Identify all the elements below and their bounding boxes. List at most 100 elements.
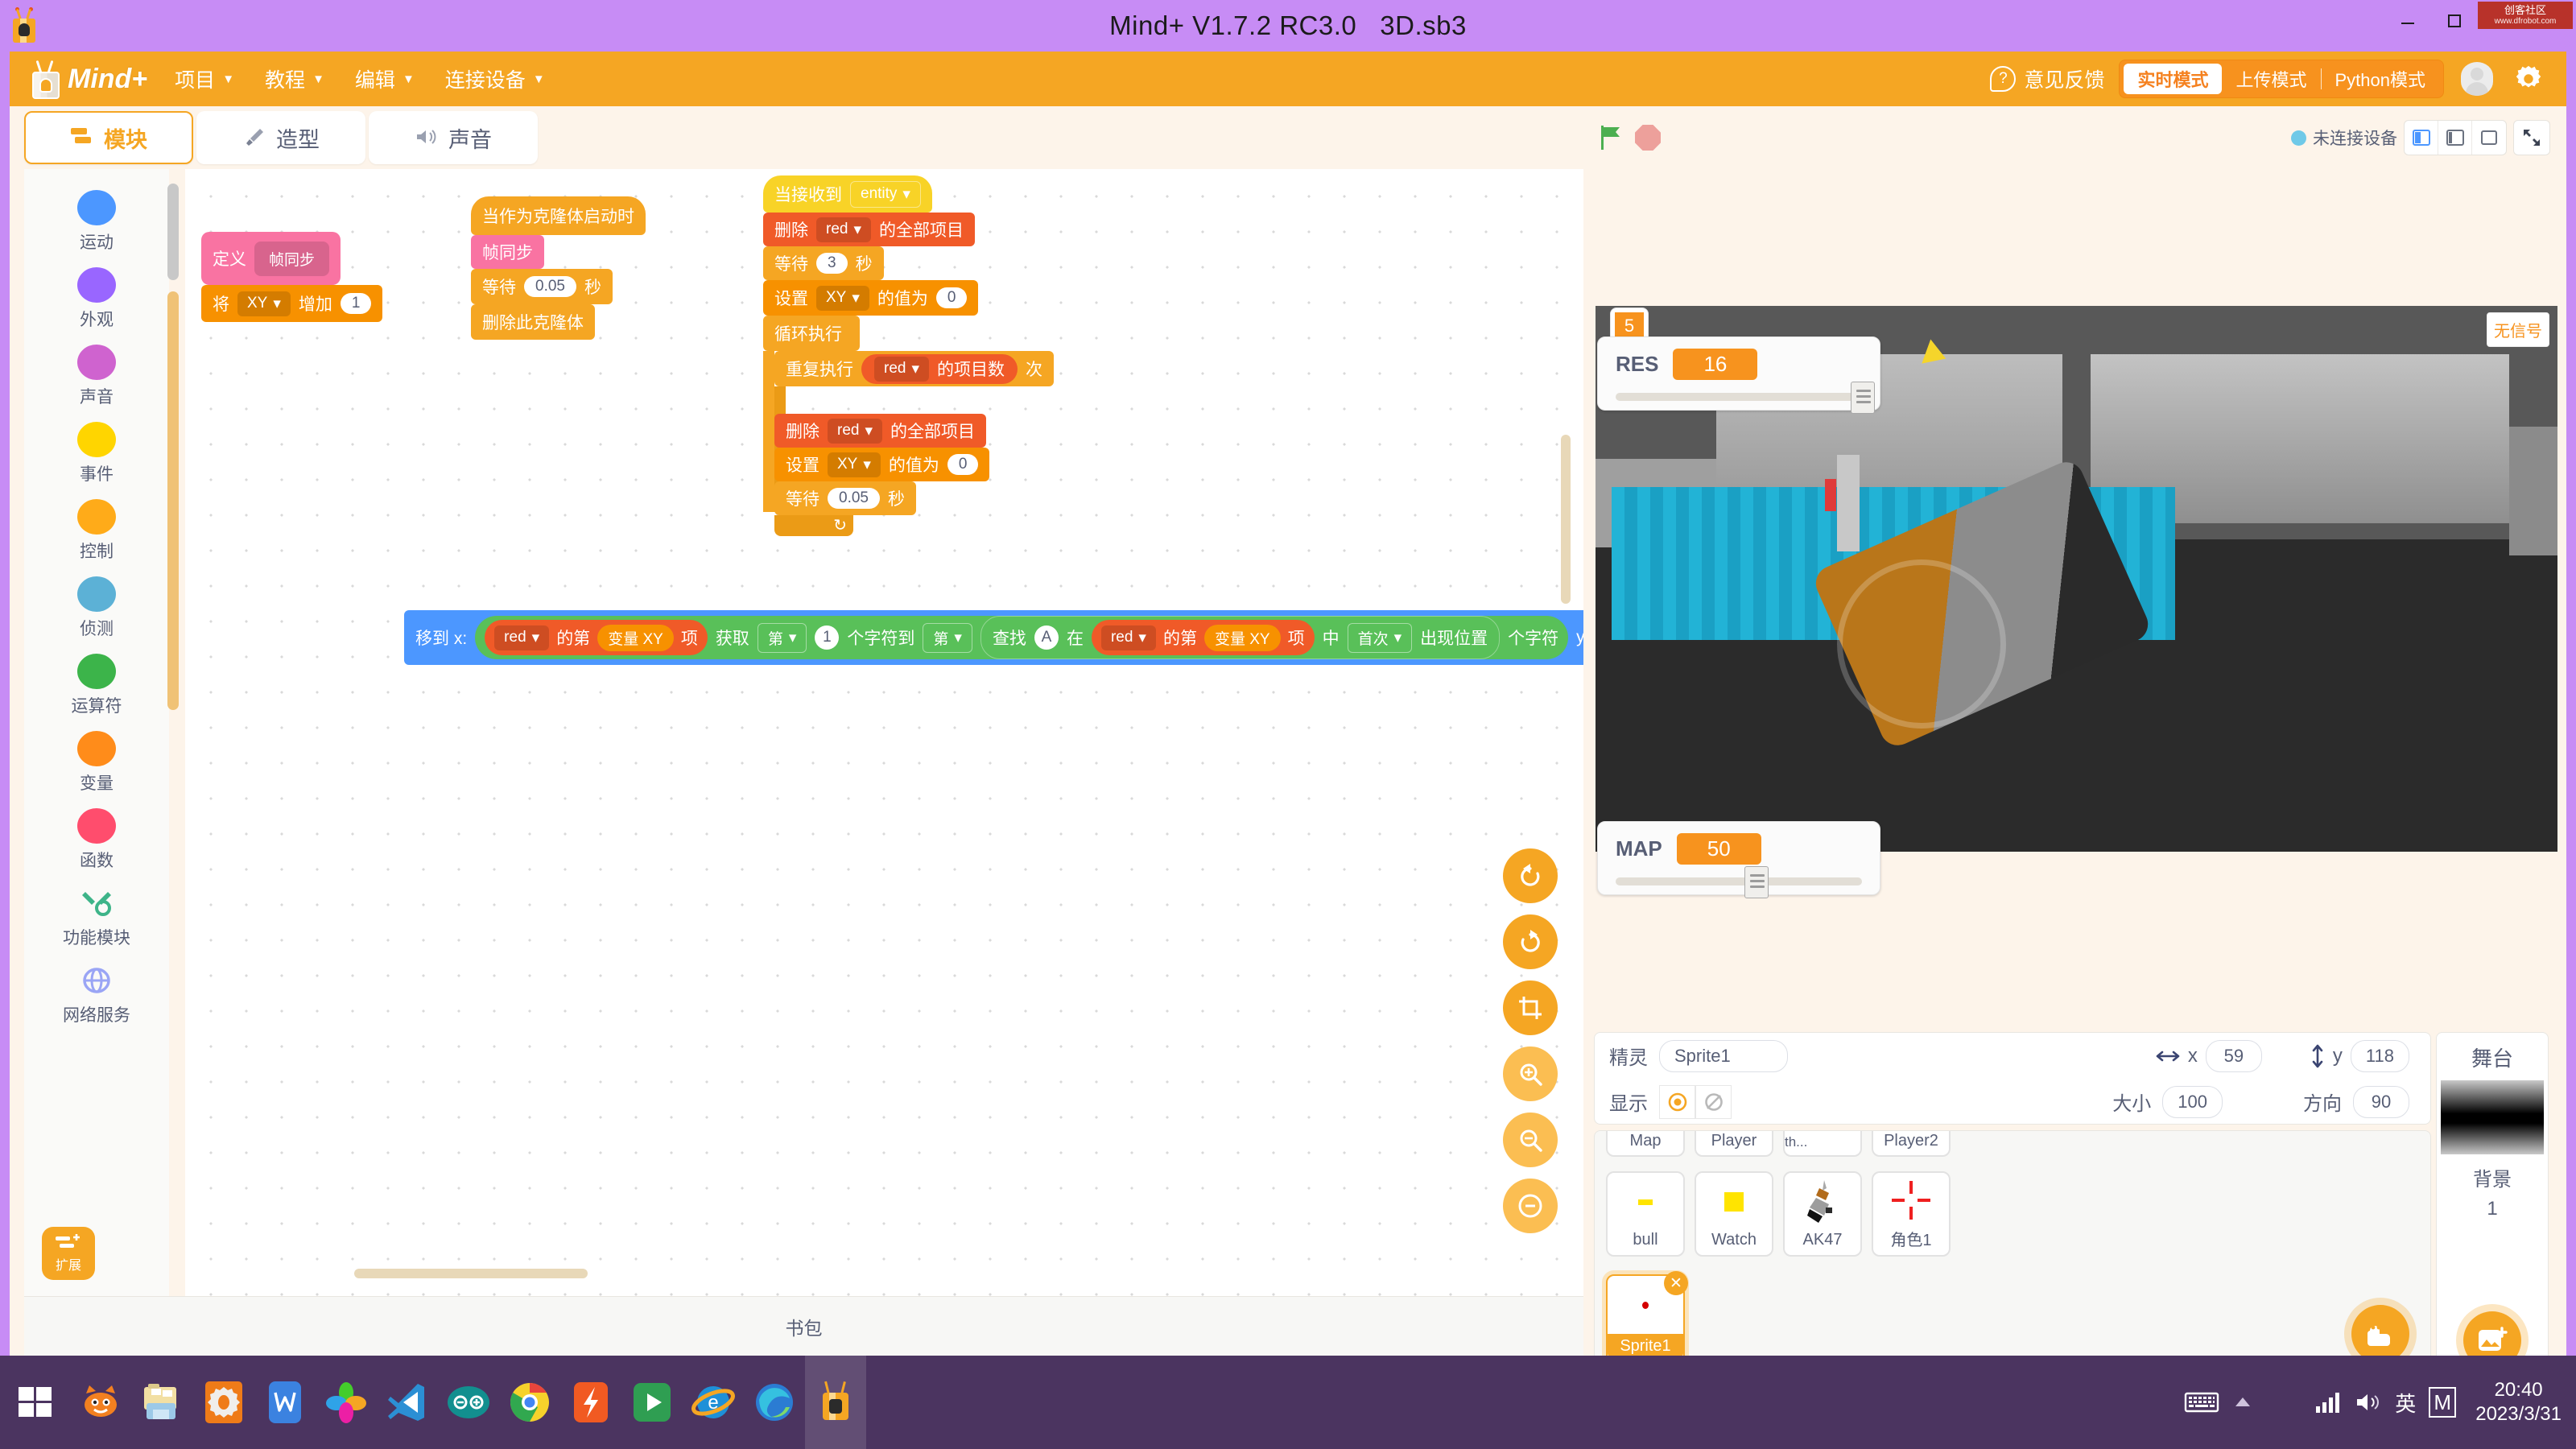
monitor-map-slider-knob[interactable] — [1744, 866, 1769, 898]
stage-only-icon[interactable] — [2472, 121, 2506, 155]
list-dropdown-b[interactable]: red ▾ — [1100, 625, 1156, 650]
change-value-input[interactable]: 1 — [340, 293, 372, 314]
taskbar-chrome[interactable] — [499, 1356, 560, 1449]
letter-of-reporter-1[interactable]: red▾ 的第 变量 XY 项 获取 第▾ 1 个字符到 第▾ 查找 A — [475, 616, 1569, 659]
sprite-name-input[interactable]: Sprite1 — [1659, 1039, 1788, 1072]
code-canvas[interactable]: 当作为克隆体启动时 帧同步 等待 0.05 秒 删除此克隆体 定义 帧同步 将 … — [185, 169, 1583, 1296]
start-button[interactable] — [0, 1356, 71, 1449]
sprite-thumb-wheres-th[interactable]: Where's th... — [1783, 1131, 1862, 1157]
ime-mode-indicator[interactable]: M — [2429, 1387, 2457, 1418]
feedback-button[interactable]: ? 意见反馈 — [1990, 64, 2104, 93]
find-char-input-a[interactable]: A — [1034, 625, 1059, 650]
palette-scrollbar-thumb[interactable] — [167, 184, 179, 280]
taskbar-mindplus[interactable] — [805, 1356, 866, 1449]
taskbar-flash[interactable] — [560, 1356, 621, 1449]
sprite-thumb-sprite1[interactable]: ✕ Sprite1 — [1606, 1271, 1688, 1364]
sprite-thumb-map[interactable]: Map — [1606, 1131, 1685, 1157]
taskbar-orange-gear-app[interactable] — [193, 1356, 254, 1449]
index-input-a[interactable]: 1 — [815, 625, 840, 650]
taskbar-edge[interactable] — [744, 1356, 805, 1449]
tab-sounds[interactable]: 声音 — [369, 111, 538, 164]
set-value-input-2[interactable]: 0 — [947, 454, 979, 475]
eye-hidden-icon[interactable] — [1695, 1084, 1732, 1119]
sprite-size-input[interactable]: 100 — [2162, 1085, 2223, 1118]
block-wait-005[interactable]: 等待 0.05 秒 — [471, 269, 613, 304]
block-forever[interactable]: 循环执行 — [763, 316, 860, 351]
menu-item-edit[interactable]: 编辑 ▼ — [352, 60, 418, 98]
mode-realtime-button[interactable]: 实时模式 — [2124, 64, 2223, 94]
category-variables[interactable]: 变量 — [24, 731, 169, 795]
show-hidden-icons-icon[interactable] — [2232, 1395, 2253, 1410]
change-variable-dropdown[interactable]: XY ▾ — [237, 291, 291, 316]
category-function-modules[interactable]: 功能模块 — [24, 886, 169, 949]
monitor-res-slider[interactable] — [1616, 382, 1875, 414]
canvas-vertical-scrollbar[interactable] — [1561, 435, 1571, 604]
item-of-list-reporter-2[interactable]: red ▾ 的第 变量 XY 项 — [1091, 620, 1315, 655]
redo-button[interactable] — [1503, 914, 1558, 969]
palette-scrollbar-track-highlight[interactable] — [167, 291, 179, 710]
set-variable-dropdown[interactable]: XY ▾ — [816, 285, 869, 311]
large-stage-layout-icon[interactable] — [2438, 121, 2472, 155]
monitor-map-slider[interactable] — [1616, 866, 1862, 898]
category-motion[interactable]: 运动 — [24, 190, 169, 254]
taskbar-vscode[interactable] — [377, 1356, 438, 1449]
tab-blocks[interactable]: 模块 — [24, 111, 193, 164]
taskbar-clock[interactable]: 20:40 2023/3/31 — [2469, 1378, 2562, 1426]
set-value-input[interactable]: 0 — [935, 287, 968, 308]
sprite-x-input[interactable]: 59 — [2205, 1039, 2262, 1072]
taskbar-file-explorer[interactable] — [132, 1356, 193, 1449]
category-sensing[interactable]: 侦测 — [24, 576, 169, 640]
taskbar-internet-explorer[interactable]: e — [683, 1356, 744, 1449]
taskbar-colorful-flower-app[interactable] — [316, 1356, 377, 1449]
menu-item-tutorial[interactable]: 教程 ▼ — [262, 60, 328, 98]
menu-item-project[interactable]: 项目 ▼ — [171, 60, 237, 98]
tab-costumes[interactable]: 造型 — [196, 111, 365, 164]
clean-up-button[interactable] — [1503, 980, 1558, 1035]
sprite-thumb-role1[interactable]: 角色1 — [1872, 1171, 1951, 1257]
block-when-receive-entity[interactable]: 当接收到 entity ▾ — [763, 175, 932, 213]
monitor-map[interactable]: MAP 50 — [1597, 821, 1880, 898]
volume-icon[interactable] — [2355, 1391, 2382, 1414]
settings-button[interactable] — [2510, 60, 2547, 97]
category-operators[interactable]: 运算符 — [24, 654, 169, 717]
green-flag-icon[interactable] — [1600, 124, 1624, 151]
sprite-y-input[interactable]: 118 — [2350, 1039, 2409, 1072]
taskbar-wps-writer[interactable] — [254, 1356, 316, 1449]
small-stage-layout-icon[interactable] — [2405, 121, 2438, 155]
find-occurrence-reporter-a[interactable]: 查找 A 在 red ▾ 的第 变量 XY 项 中 首次 ▾ 出现位置 — [980, 616, 1501, 659]
list-dropdown-red-2[interactable]: red ▾ — [874, 356, 930, 382]
canvas-horizontal-scrollbar[interactable] — [354, 1269, 588, 1278]
zoom-out-button[interactable] — [1503, 1113, 1558, 1167]
zoom-reset-button[interactable] — [1503, 1179, 1558, 1233]
block-define-framesync[interactable]: 定义 帧同步 — [201, 232, 341, 285]
category-events[interactable]: 事件 — [24, 422, 169, 485]
wait-value-input-2[interactable]: 3 — [816, 253, 848, 274]
block-set-variable-xy-2[interactable]: 设置 XY ▾ 的值为 0 — [774, 448, 990, 481]
ordinal-dropdown-a2[interactable]: 第 ▾ — [923, 622, 972, 653]
wait-value-input[interactable]: 0.05 — [524, 276, 576, 297]
add-extension-button[interactable]: 扩展 — [42, 1227, 95, 1280]
ordinal-dropdown-a[interactable]: 第 ▾ — [757, 622, 807, 653]
variable-xy-a[interactable]: 变量 XY — [597, 624, 674, 651]
sprite-thumb-player[interactable]: Player — [1695, 1131, 1773, 1157]
block-category-palette[interactable]: 运动 外观 声音 事件 控制 侦测 运算符 变量 函数 功能模块 网络服务 扩展 — [24, 169, 169, 1296]
block-goto-xy-long[interactable]: 移到 x: red▾ 的第 变量 XY 项 获取 第▾ 1 个字符到 第▾ — [404, 610, 1583, 665]
fullscreen-icon[interactable] — [2513, 120, 2550, 155]
block-wait-005-2[interactable]: 等待 0.05 秒 — [774, 481, 916, 515]
keyboard-icon[interactable] — [2184, 1389, 2219, 1415]
sprite-thumb-player2[interactable]: Player2 — [1872, 1131, 1951, 1157]
item-of-list-reporter-1[interactable]: red ▾ 的第 变量 XY 项 — [485, 620, 708, 655]
list-dropdown-a[interactable]: red ▾ — [494, 625, 550, 650]
sprite-thumb-bull[interactable]: bull — [1606, 1171, 1685, 1257]
backdrop-thumbnail[interactable] — [2441, 1080, 2544, 1154]
set-variable-dropdown-2[interactable]: XY ▾ — [828, 452, 881, 477]
category-looks[interactable]: 外观 — [24, 267, 169, 331]
block-repeat-count[interactable]: 重复执行 red ▾ 的项目数 次 — [774, 351, 1055, 386]
occurrence-dropdown-a[interactable]: 首次 ▾ — [1347, 622, 1413, 653]
category-myblocks[interactable]: 函数 — [24, 808, 169, 872]
mode-upload-button[interactable]: 上传模式 — [2222, 64, 2320, 94]
sprite-list-panel[interactable]: Map Player Where's th... Player2 bull Wa… — [1594, 1130, 2431, 1380]
backpack-bar[interactable]: 书包 — [24, 1296, 1583, 1356]
block-delete-all-red-1[interactable]: 删除 red ▾ 的全部项目 — [763, 213, 976, 246]
zoom-in-button[interactable] — [1503, 1046, 1558, 1101]
